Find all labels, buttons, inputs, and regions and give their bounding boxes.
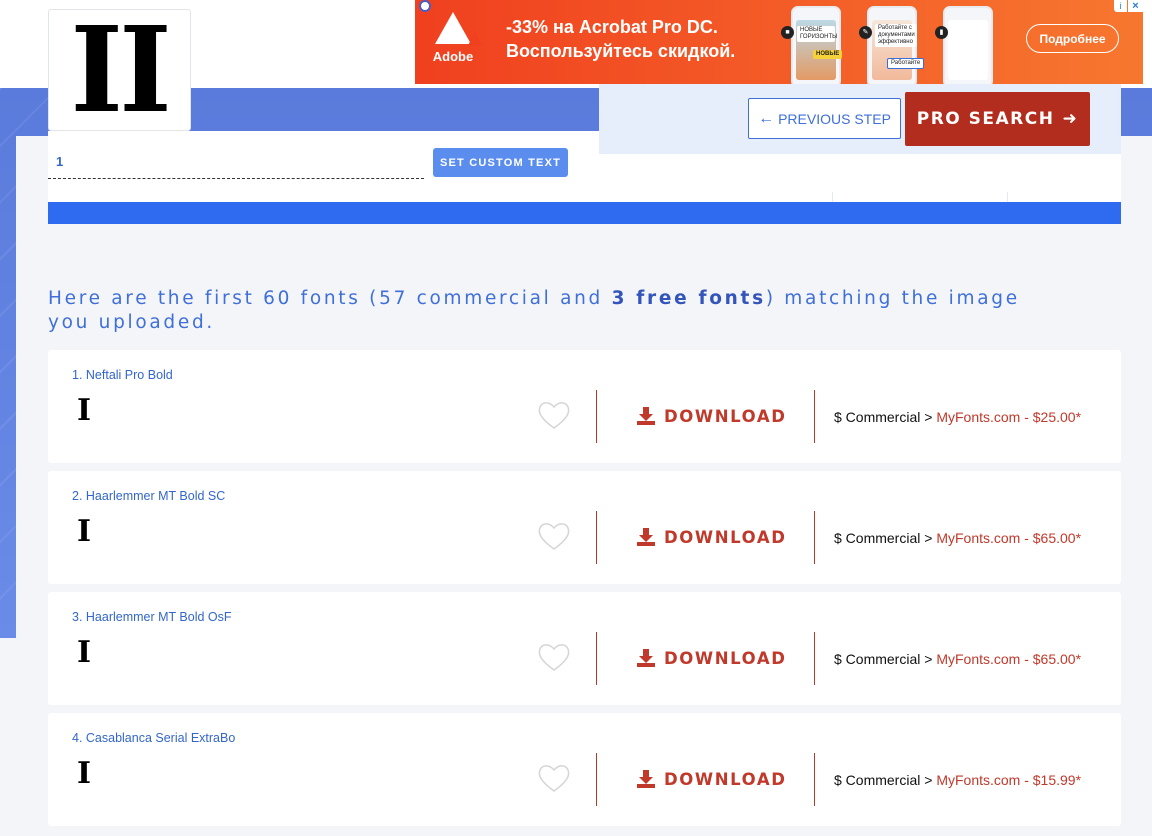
download-label: DOWNLOAD: [664, 406, 787, 426]
heart-icon[interactable]: [536, 397, 572, 433]
custom-text-input[interactable]: [48, 145, 424, 179]
download-label: DOWNLOAD: [664, 527, 787, 547]
ad-headline: -33% на Acrobat Pro DC. Воспользуйтесь с…: [506, 15, 735, 63]
divider: [814, 632, 815, 685]
font-sample: I: [77, 756, 92, 791]
divider: [596, 511, 597, 564]
stamp-icon: ▮: [935, 26, 948, 39]
headline-prefix: Here are the first 60 fonts (57 commerci…: [48, 288, 612, 309]
ad-brand: Adobe: [432, 49, 474, 64]
price-prefix: $ Commercial >: [834, 409, 937, 425]
download-button[interactable]: DOWNLOAD: [636, 767, 787, 791]
ad-line-2: Воспользуйтесь скидкой.: [506, 41, 736, 61]
download-icon: [637, 770, 655, 788]
font-result-card: 1. Neftali Pro Bold I DOWNLOAD $ Commerc…: [48, 350, 1121, 463]
price-link[interactable]: MyFonts.com - $25.00*: [936, 409, 1081, 425]
download-icon: [637, 407, 655, 425]
blue-divider-bar: [48, 202, 1121, 224]
arrow-left-icon: ←: [758, 109, 775, 127]
divider: [596, 632, 597, 685]
font-result-card: 3. Haarlemmer MT Bold OsF I DOWNLOAD $ C…: [48, 592, 1121, 705]
font-name-link[interactable]: 3. Haarlemmer MT Bold OsF: [72, 610, 232, 624]
previous-step-button[interactable]: ← PREVIOUS STEP: [748, 98, 901, 139]
price-link[interactable]: MyFonts.com - $15.99*: [936, 772, 1081, 788]
heart-icon[interactable]: [536, 639, 572, 675]
ad-tag: Работайте: [887, 58, 925, 69]
previous-step-label: PREVIOUS STEP: [778, 110, 891, 127]
ad-cta-button[interactable]: Подробнее: [1026, 24, 1119, 53]
price-prefix: $ Commercial >: [834, 530, 937, 546]
download-label: DOWNLOAD: [664, 769, 787, 789]
download-button[interactable]: DOWNLOAD: [636, 525, 787, 549]
divider: [814, 511, 815, 564]
heart-icon[interactable]: [536, 518, 572, 554]
font-sample: I: [77, 393, 92, 428]
download-button[interactable]: DOWNLOAD: [636, 404, 787, 428]
ad-line-1: -33% на Acrobat Pro DC.: [506, 17, 718, 37]
price-info: $ Commercial > MyFonts.com - $25.00*: [834, 409, 1081, 425]
divider: [814, 390, 815, 443]
custom-text-row: SET CUSTOM TEXT: [48, 131, 599, 202]
download-icon: [637, 528, 655, 546]
adobe-a-icon: [435, 12, 482, 46]
font-sample: I: [77, 635, 92, 670]
font-name-link[interactable]: 2. Haarlemmer MT Bold SC: [72, 489, 225, 503]
ad-shield-icon: [419, 0, 431, 12]
font-name-link[interactable]: 4. Casablanca Serial ExtraBo: [72, 731, 235, 745]
divider: [814, 753, 815, 806]
heart-icon[interactable]: [536, 760, 572, 796]
download-button[interactable]: DOWNLOAD: [636, 646, 787, 670]
pen-icon: ✎: [859, 26, 872, 39]
price-prefix: $ Commercial >: [834, 772, 937, 788]
ad-info-icon[interactable]: i: [1114, 0, 1127, 12]
uploaded-image-preview: II: [48, 9, 191, 131]
advertisement-banner[interactable]: Adobe -33% на Acrobat Pro DC. Воспользуй…: [415, 0, 1143, 84]
font-result-card: 4. Casablanca Serial ExtraBo I DOWNLOAD …: [48, 713, 1121, 826]
price-info: $ Commercial > MyFonts.com - $65.00*: [834, 530, 1081, 546]
free-fonts-link[interactable]: 3 free fonts: [612, 288, 766, 309]
price-info: $ Commercial > MyFonts.com - $15.99*: [834, 772, 1081, 788]
ad-phones-illustration: ■ НОВЫЕ ГОРИЗОНТЫ НОВЫЕ ✎ Работайте с до…: [781, 4, 1025, 84]
font-result-card: 2. Haarlemmer MT Bold SC I DOWNLOAD $ Co…: [48, 471, 1121, 584]
results-headline: Here are the first 60 fonts (57 commerci…: [48, 287, 1048, 335]
divider: [596, 390, 597, 443]
ad-tag: Работайте с документами эффективно: [875, 24, 917, 47]
price-link[interactable]: MyFonts.com - $65.00*: [936, 651, 1081, 667]
ad-tag: НОВЫЕ ГОРИЗОНТЫ: [797, 26, 837, 42]
arrow-right-icon: ➜: [1062, 109, 1079, 129]
price-link[interactable]: MyFonts.com - $65.00*: [936, 530, 1081, 546]
preview-glyph: II: [70, 0, 172, 139]
step-navigation: ← PREVIOUS STEP PRO SEARCH ➜: [599, 84, 1121, 154]
phone-illustration: [943, 6, 993, 84]
price-info: $ Commercial > MyFonts.com - $65.00*: [834, 651, 1081, 667]
font-name-link[interactable]: 1. Neftali Pro Bold: [72, 368, 173, 382]
download-label: DOWNLOAD: [664, 648, 787, 668]
chat-icon: ■: [781, 26, 794, 39]
adobe-logo: Adobe: [431, 10, 482, 70]
divider: [596, 753, 597, 806]
right-white-row: [599, 154, 1121, 204]
pro-search-button[interactable]: PRO SEARCH ➜: [905, 92, 1090, 146]
set-custom-text-button[interactable]: SET CUSTOM TEXT: [433, 148, 568, 177]
font-sample: I: [77, 514, 92, 549]
pro-search-label: PRO SEARCH: [916, 109, 1055, 129]
price-prefix: $ Commercial >: [834, 651, 937, 667]
ad-close-icon[interactable]: ×: [1128, 0, 1143, 12]
phone-illustration: [791, 6, 841, 84]
download-icon: [637, 649, 655, 667]
ad-tag: НОВЫЕ: [813, 50, 843, 59]
